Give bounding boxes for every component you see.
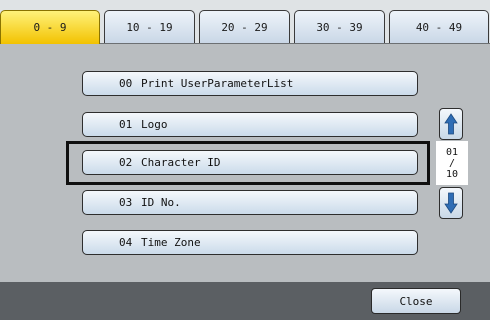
tab-10-19[interactable]: 10 - 19 <box>104 10 195 44</box>
user-parameter-screen: 0 - 9 10 - 19 20 - 29 30 - 39 40 - 49 00… <box>0 0 490 320</box>
scroll-up-button[interactable] <box>439 108 463 140</box>
page-indicator: 01 / 10 <box>436 141 468 185</box>
tab-label: 40 - 49 <box>415 21 463 34</box>
tab-label: 10 - 19 <box>126 21 173 34</box>
tab-40-49[interactable]: 40 - 49 <box>389 10 489 44</box>
item-label: Character ID <box>141 156 221 169</box>
tab-20-29[interactable]: 20 - 29 <box>199 10 290 44</box>
tab-label: 20 - 29 <box>221 21 268 34</box>
list-item-print-user-parameter-list[interactable]: 00 Print UserParameterList <box>82 71 418 96</box>
list-item-logo[interactable]: 01 Logo <box>82 112 418 137</box>
page-current: 01 <box>445 146 459 158</box>
tab-0-9[interactable]: 0 - 9 <box>0 10 100 44</box>
page-total: 10 <box>445 168 459 180</box>
item-label: Logo <box>141 118 168 131</box>
close-label: Close <box>399 294 433 308</box>
item-label: Time Zone <box>141 236 201 249</box>
item-code: 03 <box>119 196 133 209</box>
arrow-down-icon <box>444 192 458 214</box>
list-item-id-no[interactable]: 03 ID No. <box>82 190 418 215</box>
list-item-character-id[interactable]: 02 Character ID <box>82 150 418 175</box>
page-separator: / <box>448 157 456 169</box>
list-item-time-zone[interactable]: 04 Time Zone <box>82 230 418 255</box>
item-label: ID No. <box>141 196 181 209</box>
close-button[interactable]: Close <box>371 288 461 314</box>
tab-label: 0 - 9 <box>33 21 67 34</box>
item-label: Print UserParameterList <box>141 77 294 90</box>
arrow-up-icon <box>444 113 458 135</box>
tab-label: 30 - 39 <box>316 21 363 34</box>
item-code: 02 <box>119 156 133 169</box>
tab-bar: 0 - 9 10 - 19 20 - 29 30 - 39 40 - 49 <box>0 0 490 44</box>
tab-30-39[interactable]: 30 - 39 <box>294 10 385 44</box>
scroll-down-button[interactable] <box>439 187 463 219</box>
item-code: 01 <box>119 118 133 131</box>
item-code: 00 <box>119 77 133 90</box>
item-code: 04 <box>119 236 133 249</box>
